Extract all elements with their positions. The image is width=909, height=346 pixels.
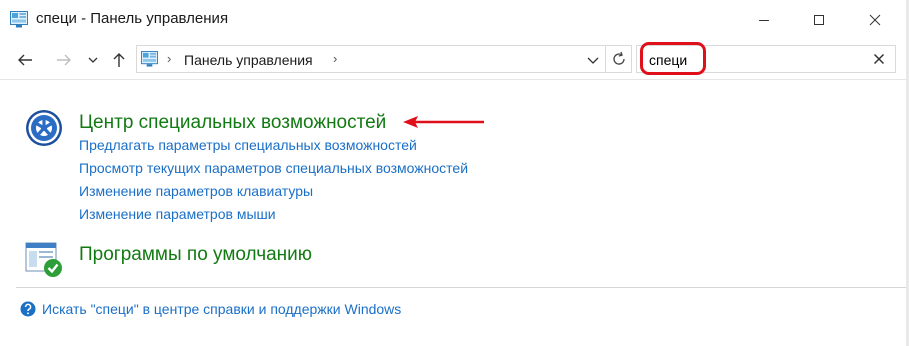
back-button[interactable] [14,48,36,72]
address-history-button[interactable] [585,52,601,68]
control-panel-icon [141,51,158,67]
maximize-icon [814,15,824,25]
accessibility-center-icon [26,110,62,146]
chevron-down-icon [587,57,599,64]
refresh-button[interactable] [606,45,632,73]
help-search-link[interactable]: Искать "специ" в центре справки и поддер… [42,301,401,317]
result-link[interactable]: Изменение параметров клавиатуры [79,183,313,199]
result-title[interactable]: Программы по умолчанию [79,244,312,266]
close-icon [869,14,881,26]
search-results: Центр специальных возможностей Предлагат… [0,81,909,346]
search-box[interactable] [636,45,896,73]
arrow-right-icon [57,54,71,66]
result-title[interactable]: Центр специальных возможностей [79,112,386,134]
clear-search-button[interactable] [871,51,887,67]
arrow-up-icon [113,53,125,67]
maximize-button[interactable] [796,0,842,40]
title-bar: специ - Панель управления [0,0,909,40]
up-button[interactable] [108,48,130,72]
breadcrumb-separator[interactable]: › [333,51,337,66]
minimize-button[interactable] [741,0,787,40]
chevron-down-icon [88,57,98,63]
arrow-left-icon [18,54,32,66]
address-bar[interactable]: › Панель управления › [136,45,606,73]
breadcrumb-control-panel[interactable]: Панель управления [184,52,313,68]
recent-locations-button[interactable] [85,48,101,72]
close-button[interactable] [852,0,898,40]
search-input[interactable] [649,51,849,69]
control-panel-icon [10,11,28,28]
default-programs-icon [25,242,62,277]
breadcrumb-separator[interactable]: › [167,51,171,66]
forward-button[interactable] [53,48,75,72]
minimize-icon [759,20,769,21]
help-question-icon [20,301,36,317]
divider [16,287,906,288]
close-icon [873,53,885,65]
result-link[interactable]: Предлагать параметры специальных возможн… [79,137,417,153]
result-link[interactable]: Изменение параметров мыши [79,206,276,222]
refresh-icon [612,51,625,65]
window-title: специ - Панель управления [36,10,229,27]
result-link[interactable]: Просмотр текущих параметров специальных … [79,160,468,176]
